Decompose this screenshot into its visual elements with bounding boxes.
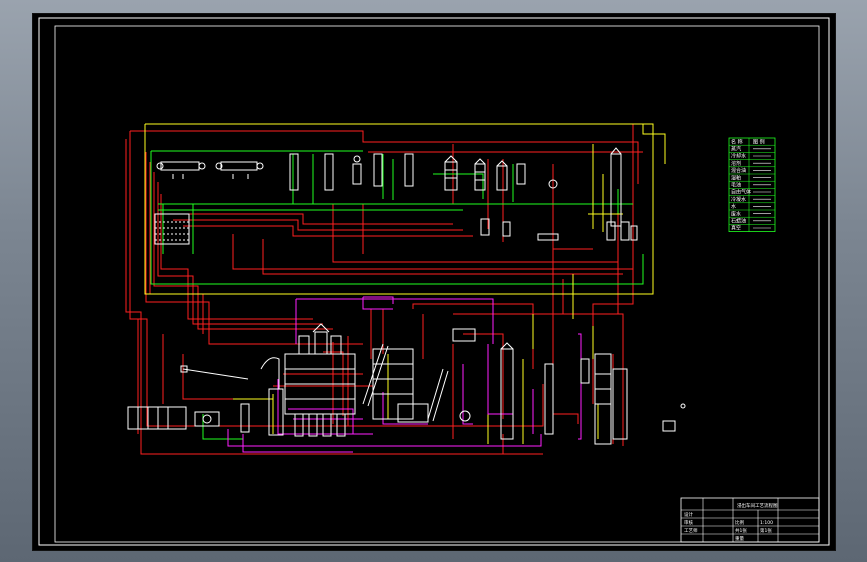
legend-label: 冷却水: [731, 153, 746, 160]
legend-value: 图 例: [753, 138, 765, 145]
equipment: [127, 147, 686, 445]
tb-cell-weight: 重量: [735, 535, 744, 542]
tb-cell-scale: 1:100: [760, 520, 773, 526]
tb-cell-design: 设计: [684, 511, 693, 518]
legend-table: 名 称 图 例蒸汽冷却水溶剂混合油湿粕毛油自由气体冷凝水水废水石蜡油真空: [728, 137, 776, 232]
legend-label: 冷凝水: [731, 196, 746, 203]
title-block: 浸出车间工艺流程图 设计 审核 工艺师 比例 1:100 共1张 第1张 重量: [680, 497, 820, 543]
pipe-network: [125, 123, 666, 455]
drawing-name: 浸出车间工艺流程图: [737, 502, 778, 509]
tb-cell-engineer: 工艺师: [684, 527, 698, 534]
legend-label: 废水: [731, 210, 741, 217]
tb-cell-sheets: 共1张: [735, 527, 747, 534]
outer-frame: [38, 17, 830, 546]
legend-label: 真空: [731, 225, 741, 232]
tb-cell-scale-label: 比例: [735, 519, 744, 526]
tb-cell-review: 审核: [684, 519, 693, 526]
legend-label: 石蜡油: [731, 218, 746, 225]
legend-label: 混合油: [731, 167, 746, 174]
legend-label: 水: [731, 203, 736, 210]
cad-viewport[interactable]: 名 称 图 例蒸汽 冷却水 溶剂 混合油 湿粕 毛油 自由气体 冷凝水水废水 石蜡油 真空 浸出车间…: [32, 13, 836, 551]
legend-label: 自由气体: [731, 189, 751, 196]
legend-label: 溶剂: [731, 160, 741, 167]
legend-label: 湿粕: [731, 174, 741, 181]
process-flow-drawing: 名 称 图 例蒸汽冷却水溶剂混合油湿粕毛油自由气体冷凝水水废水石蜡油真空 浸出车间…: [38, 17, 830, 546]
legend-label: 名 称: [731, 138, 743, 145]
legend-label: 毛油: [731, 182, 741, 189]
legend-label: 蒸汽: [731, 146, 741, 153]
tb-cell-sheet-no: 第1张: [760, 527, 772, 534]
